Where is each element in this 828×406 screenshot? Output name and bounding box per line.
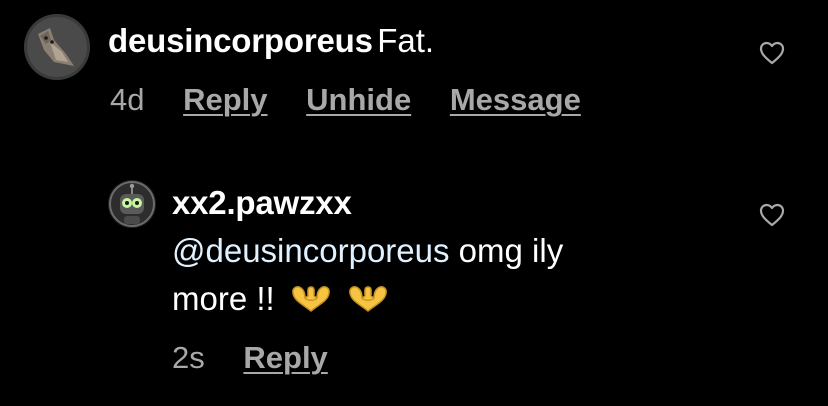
comment-text: more !! [172,280,275,317]
comment-item: deusincorporeus Fat. 4d Reply Unhide Mes… [0,0,828,140]
comment-text: Fat. [377,22,435,59]
comment-time: 4d [110,82,145,117]
heart-hands-emoji-icon [292,286,330,312]
heart-hands-emoji-icon [349,286,387,312]
avatar[interactable] [108,180,156,228]
comment-username[interactable]: deusincorporeus [108,22,373,59]
avatar[interactable] [24,14,90,80]
reply-button[interactable]: Reply [183,82,267,117]
message-button[interactable]: Message [450,82,581,117]
reply-comment-item: xx2.pawzxx @deusincorporeus omg ily more… [0,170,828,406]
reply-button[interactable]: Reply [243,340,327,375]
comment-meta: 2s Reply [172,340,358,376]
comment-time: 2s [172,340,205,375]
cartoon-robot-avatar-icon [108,180,156,228]
comment-line: deusincorporeus Fat. [108,22,434,60]
comment-username[interactable]: xx2.pawzxx [172,184,352,222]
comment-meta: 4d Reply Unhide Message [110,82,611,118]
unhide-button[interactable]: Unhide [306,82,411,117]
comment-text: omg ily [449,232,564,269]
mention-link[interactable]: @deusincorporeus [172,232,450,269]
comment-text-line-2: more !! [172,280,389,318]
heart-outline-icon[interactable] [759,203,785,227]
comment-text-line-1: @deusincorporeus omg ily [172,232,563,270]
cat-avatar-icon [24,14,90,80]
heart-outline-icon[interactable] [759,41,785,65]
